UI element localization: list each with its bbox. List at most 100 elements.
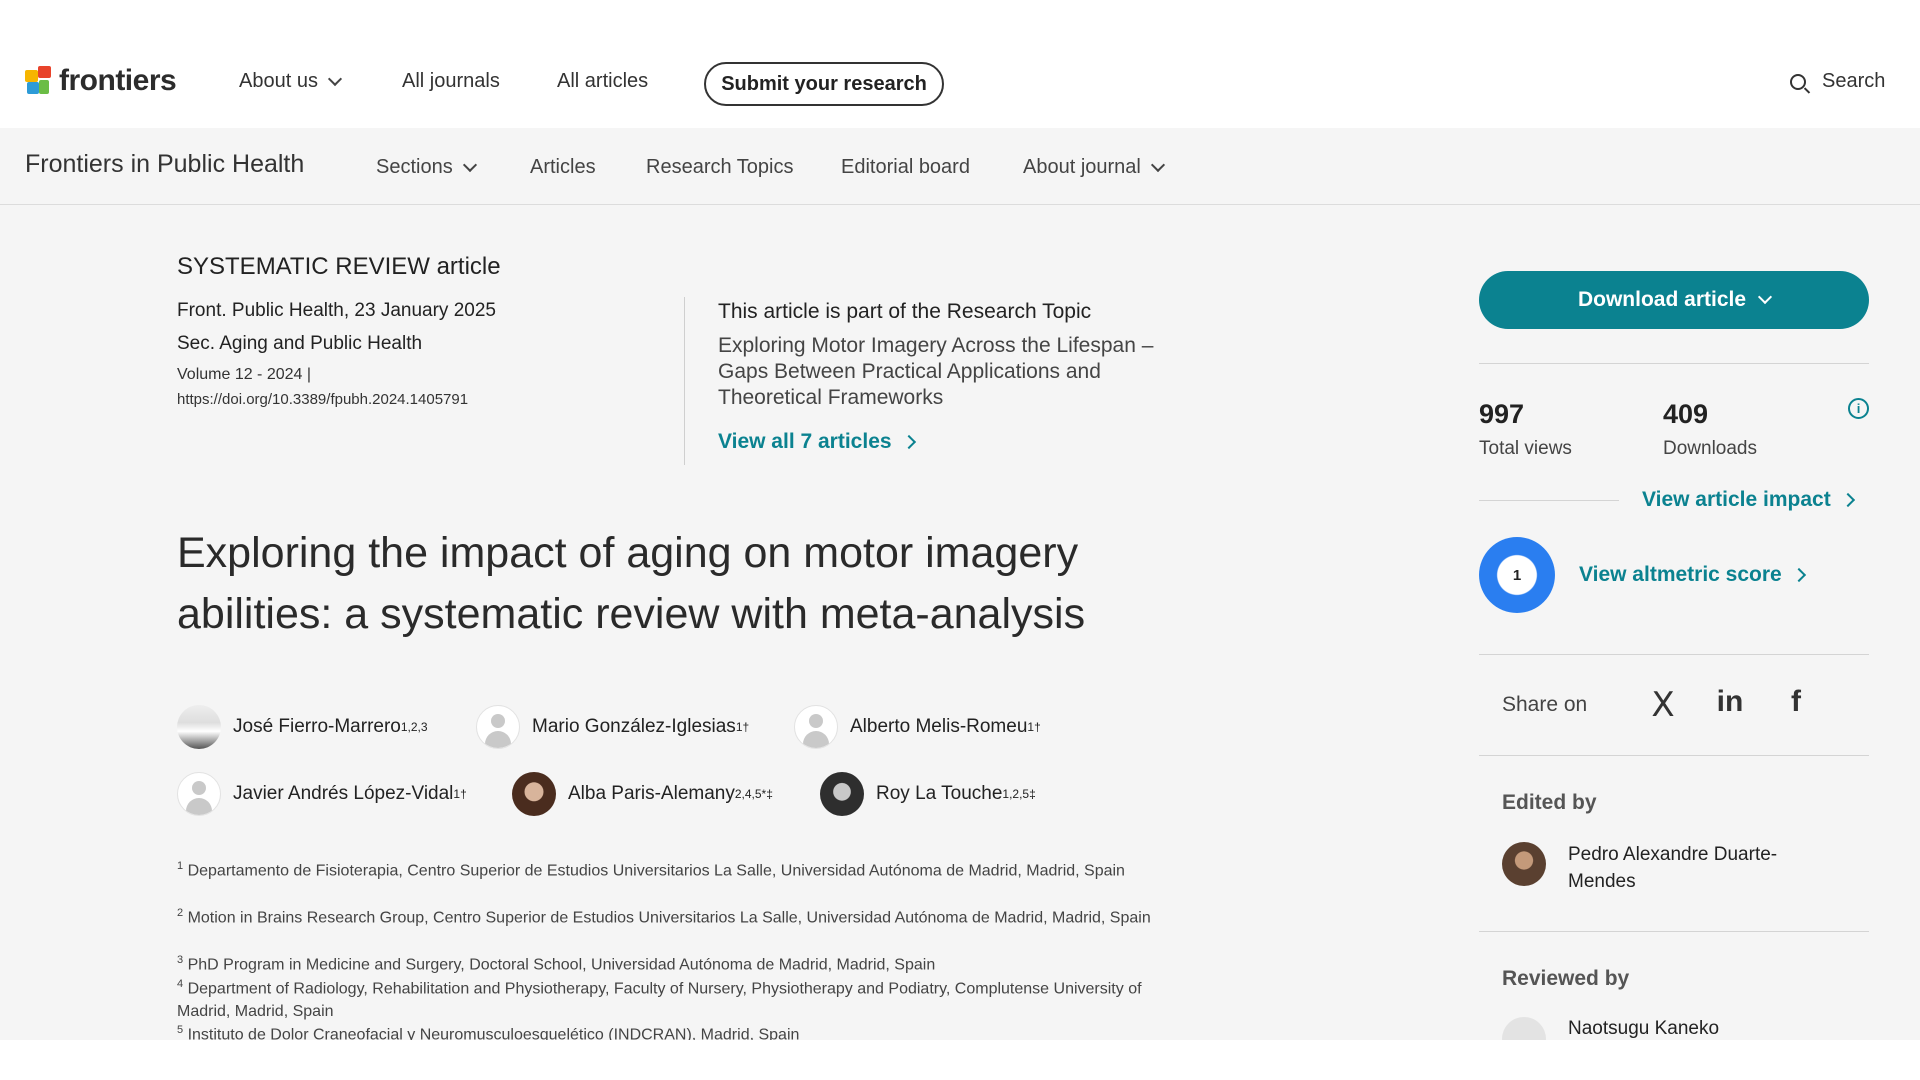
chevron-right-icon (1840, 492, 1855, 508)
affiliation-text: Department of Radiology, Rehabilitation … (177, 980, 1142, 1021)
divider (1479, 363, 1869, 364)
logo-text: frontiers (59, 64, 177, 97)
chevron-down-icon (1757, 289, 1773, 305)
author-name: Roy La Touche (876, 783, 1003, 804)
author-avatar (794, 705, 838, 749)
journal-nav-about-journal[interactable]: About journal (1023, 156, 1165, 179)
nav-all-articles-label: All articles (557, 70, 649, 92)
view-article-impact-link[interactable]: View article impact (1642, 488, 1855, 512)
author-item[interactable]: Alba Paris-Alemany 2,4,5*‡ (512, 772, 773, 816)
view-all-articles-label: View all 7 articles (718, 430, 892, 453)
divider (684, 297, 685, 465)
nav-all-journals[interactable]: All journals (402, 70, 500, 93)
affiliation-item: 5 Instituto de Dolor Craneofacial y Neur… (177, 1019, 1167, 1040)
nav-about-us[interactable]: About us (239, 70, 343, 93)
chevron-right-icon (901, 434, 916, 450)
chevron-right-icon (1791, 567, 1806, 583)
affiliation-text: Instituto de Dolor Craneofacial y Neurom… (187, 1026, 800, 1040)
research-topic-title[interactable]: Exploring Motor Imagery Across the Lifes… (718, 333, 1178, 411)
bottom-strip (0, 1040, 1920, 1080)
total-views-count: 997 (1479, 399, 1525, 429)
view-all-articles-link[interactable]: View all 7 articles (718, 430, 916, 454)
editor-name[interactable]: Pedro Alexandre Duarte-Mendes (1568, 841, 1828, 895)
chevron-down-icon (1150, 157, 1165, 172)
author-affiliation: 1,2,3 (400, 720, 428, 734)
search-icon (1790, 73, 1806, 90)
affiliation-item: 1 Departamento de Fisioterapia, Centro S… (177, 855, 1167, 882)
author-name: Mario González-Iglesias (532, 716, 736, 737)
author-avatar (512, 772, 556, 816)
author-item[interactable]: Javier Andrés López-Vidal 1† (177, 772, 467, 816)
affiliation-number: 4 (177, 978, 184, 990)
affiliation-item: 2 Motion in Brains Research Group, Centr… (177, 902, 1167, 929)
divider (1479, 755, 1869, 756)
frontiers-logo[interactable]: frontiers (25, 64, 177, 98)
facebook-icon[interactable]: f (1778, 685, 1814, 719)
affiliation-number: 1 (177, 860, 184, 872)
view-article-impact-label: View article impact (1642, 488, 1831, 511)
author-avatar (820, 772, 864, 816)
downloads-label: Downloads (1663, 438, 1757, 459)
journal-nav-sections[interactable]: Sections (376, 156, 477, 179)
nav-about-us-label: About us (239, 70, 318, 92)
author-affiliation: 2,4,5*‡ (734, 787, 773, 801)
article-type: SYSTEMATIC REVIEW article (177, 253, 501, 280)
reviewer-name[interactable]: Naotsugu Kaneko (1568, 1018, 1719, 1040)
author-name: José Fierro-Marrero (233, 716, 401, 737)
article-doi[interactable]: https://doi.org/10.3389/fpubh.2024.14057… (177, 391, 468, 408)
journal-nav-editorial-board[interactable]: Editorial board (841, 156, 970, 179)
info-icon[interactable]: i (1848, 398, 1869, 419)
download-article-button[interactable]: Download article (1479, 271, 1869, 329)
share-on-label: Share on (1502, 693, 1588, 716)
affiliation-text: Motion in Brains Research Group, Centro … (187, 909, 1151, 927)
linkedin-icon[interactable]: in (1712, 685, 1748, 719)
journal-nav-research-topics-label: Research Topics (646, 156, 794, 178)
altmetric-score: 1 (1512, 566, 1522, 584)
chevron-down-icon (327, 71, 343, 86)
divider (1479, 654, 1869, 655)
author-affiliation: 1,2,5‡ (1002, 787, 1036, 801)
author-item[interactable]: Alberto Melis-Romeu 1† (794, 705, 1041, 749)
submit-research-button[interactable]: Submit your research (704, 62, 944, 106)
search-button[interactable]: Search (1790, 70, 1885, 93)
author-affiliation: 1† (453, 787, 467, 801)
journal-nav-research-topics[interactable]: Research Topics (646, 156, 793, 179)
author-affiliation: 1† (1027, 720, 1041, 734)
article-title: Exploring the impact of aging on motor i… (177, 529, 1086, 638)
affiliation-number: 3 (177, 954, 184, 966)
view-altmetric-score-link[interactable]: View altmetric score (1579, 563, 1806, 587)
author-item[interactable]: Mario González-Iglesias 1† (476, 705, 749, 749)
journal-nav-sections-label: Sections (376, 156, 453, 178)
affiliation-number: 5 (177, 1024, 184, 1036)
affiliation-text: Departamento de Fisioterapia, Centro Sup… (187, 862, 1125, 880)
author-item[interactable]: José Fierro-Marrero 1,2,3 (177, 705, 428, 749)
divider (1479, 500, 1619, 501)
author-affiliation: 1† (735, 720, 750, 734)
research-topic-intro: This article is part of the Research Top… (718, 300, 1092, 323)
article-volume: Volume 12 - 2024 | (177, 366, 312, 383)
logo-icon (25, 66, 53, 96)
top-header: frontiers About us All journals All arti… (0, 0, 1920, 128)
article-citation: Front. Public Health, 23 January 2025 (177, 300, 496, 321)
downloads-count: 409 (1663, 399, 1709, 429)
author-name: Alba Paris-Alemany (568, 783, 735, 804)
journal-nav-editorial-board-label: Editorial board (841, 156, 970, 178)
author-avatar (177, 772, 221, 816)
author-avatar (177, 705, 221, 749)
nav-all-articles[interactable]: All articles (557, 70, 648, 93)
x-twitter-icon[interactable]: X (1645, 685, 1681, 725)
journal-nav-articles[interactable]: Articles (530, 156, 596, 179)
article-section[interactable]: Sec. Aging and Public Health (177, 333, 422, 355)
affiliation-item: 4 Department of Radiology, Rehabilitatio… (177, 973, 1167, 1023)
view-altmetric-score-label: View altmetric score (1579, 563, 1782, 586)
author-item[interactable]: Roy La Touche 1,2,5‡ (820, 772, 1036, 816)
altmetric-badge-icon[interactable]: 1 (1479, 537, 1555, 613)
nav-all-journals-label: All journals (402, 70, 500, 92)
journal-nav: Frontiers in Public Health Sections Arti… (0, 128, 1920, 205)
divider (1479, 931, 1869, 932)
main-content: SYSTEMATIC REVIEW article Front. Public … (0, 205, 1920, 1061)
chevron-down-icon (462, 157, 477, 172)
affiliation-text: PhD Program in Medicine and Surgery, Doc… (187, 956, 936, 974)
journal-title[interactable]: Frontiers in Public Health (25, 150, 304, 179)
journal-nav-articles-label: Articles (530, 156, 596, 178)
